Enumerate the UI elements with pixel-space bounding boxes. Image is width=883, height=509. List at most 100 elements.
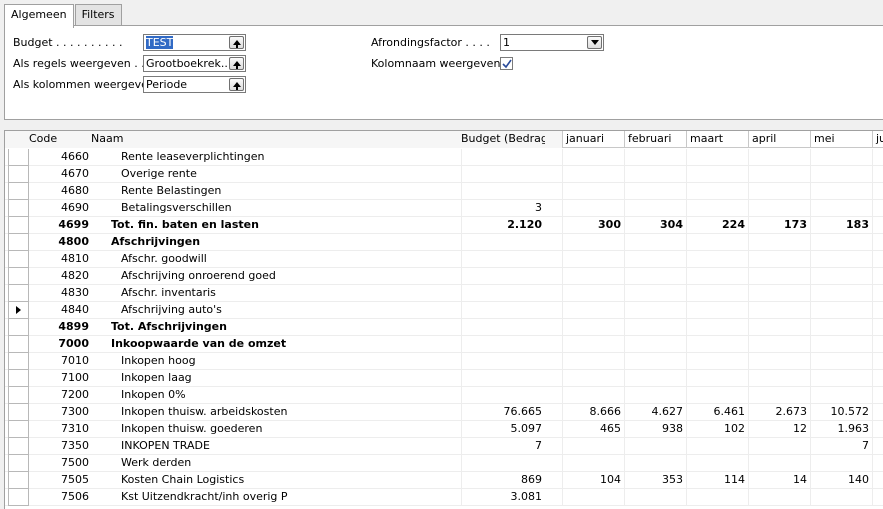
table-row[interactable]: 7350 INKOPEN TRADE 7 7 xyxy=(5,438,883,455)
cell-name[interactable]: Inkopen thuisw. arbeidskosten xyxy=(101,404,461,421)
cell-period-april[interactable]: 12 xyxy=(748,421,810,438)
cell-period-februari[interactable]: 4.627 xyxy=(624,404,686,421)
cell-code[interactable]: 7505 xyxy=(29,472,89,489)
cell-code[interactable]: 7300 xyxy=(29,404,89,421)
afronding-select[interactable]: 1 xyxy=(500,34,604,51)
cell-budget[interactable] xyxy=(461,319,545,336)
cell-period-maart[interactable] xyxy=(686,234,748,251)
cell-period-mei[interactable] xyxy=(810,166,872,183)
table-row[interactable]: 7500 Werk derden xyxy=(5,455,883,472)
cell-name[interactable]: Inkoopwaarde van de omzet xyxy=(101,336,461,353)
cell-period-ju[interactable] xyxy=(872,268,883,285)
cell-code[interactable]: 4699 xyxy=(29,217,89,234)
cell-period-april[interactable] xyxy=(748,370,810,387)
cell-budget[interactable] xyxy=(461,370,545,387)
cell-period-januari[interactable] xyxy=(562,489,624,506)
cell-name[interactable]: Tot. fin. baten en lasten xyxy=(101,217,461,234)
col-header-april[interactable]: april xyxy=(748,131,810,148)
cell-name[interactable]: Kosten Chain Logistics xyxy=(101,472,461,489)
table-row[interactable]: 4699 Tot. fin. baten en lasten 2.120 300 304… xyxy=(5,217,883,234)
cell-period-mei[interactable]: 1.963 xyxy=(810,421,872,438)
cell-period-mei[interactable] xyxy=(810,234,872,251)
cell-code[interactable]: 4840 xyxy=(29,302,89,319)
cell-name[interactable]: Betalingsverschillen xyxy=(101,200,461,217)
cell-period-maart[interactable] xyxy=(686,183,748,200)
cell-code[interactable]: 4680 xyxy=(29,183,89,200)
cell-period-maart[interactable]: 102 xyxy=(686,421,748,438)
cell-period-april[interactable] xyxy=(748,251,810,268)
cell-period-januari[interactable]: 465 xyxy=(562,421,624,438)
cell-period-ju[interactable] xyxy=(872,149,883,166)
cell-budget[interactable]: 3 xyxy=(461,200,545,217)
cell-budget[interactable] xyxy=(461,234,545,251)
cell-period-ju[interactable] xyxy=(872,336,883,353)
table-row[interactable]: 7010 Inkopen hoog xyxy=(5,353,883,370)
cell-period-mei[interactable] xyxy=(810,387,872,404)
cell-period-maart[interactable] xyxy=(686,302,748,319)
table-row[interactable]: 4800 Afschrijvingen xyxy=(5,234,883,251)
cell-code[interactable]: 7100 xyxy=(29,370,89,387)
cell-period-mei[interactable] xyxy=(810,251,872,268)
cell-code[interactable]: 7200 xyxy=(29,387,89,404)
cell-period-ju[interactable] xyxy=(872,472,883,489)
cell-period-ju[interactable] xyxy=(872,438,883,455)
cell-period-maart[interactable] xyxy=(686,489,748,506)
cell-budget[interactable]: 7 xyxy=(461,438,545,455)
cell-period-januari[interactable]: 8.666 xyxy=(562,404,624,421)
cell-budget[interactable]: 76.665 xyxy=(461,404,545,421)
cell-budget[interactable] xyxy=(461,149,545,166)
col-header-maart[interactable]: maart xyxy=(686,131,748,148)
cell-period-februari[interactable] xyxy=(624,234,686,251)
cell-code[interactable]: 4800 xyxy=(29,234,89,251)
cell-period-april[interactable] xyxy=(748,438,810,455)
cell-period-maart[interactable] xyxy=(686,319,748,336)
cell-code[interactable]: 7310 xyxy=(29,421,89,438)
afronding-dropdown-button[interactable] xyxy=(587,36,602,49)
regels-input[interactable]: Grootboekrek... xyxy=(143,55,246,72)
row-selector[interactable] xyxy=(8,387,29,404)
cell-code[interactable]: 4899 xyxy=(29,319,89,336)
row-selector[interactable] xyxy=(8,455,29,472)
cell-period-mei[interactable] xyxy=(810,370,872,387)
cell-period-januari[interactable] xyxy=(562,387,624,404)
cell-period-februari[interactable] xyxy=(624,336,686,353)
row-selector[interactable] xyxy=(8,234,29,251)
table-row[interactable]: 7200 Inkopen 0% xyxy=(5,387,883,404)
table-row[interactable]: 4680 Rente Belastingen xyxy=(5,183,883,200)
cell-code[interactable]: 7000 xyxy=(29,336,89,353)
cell-period-maart[interactable] xyxy=(686,166,748,183)
table-row[interactable]: 7000 Inkoopwaarde van de omzet xyxy=(5,336,883,353)
row-selector[interactable] xyxy=(8,353,29,370)
cell-budget[interactable]: 2.120 xyxy=(461,217,545,234)
cell-period-ju[interactable] xyxy=(872,455,883,472)
row-selector[interactable] xyxy=(8,200,29,217)
cell-period-mei[interactable] xyxy=(810,200,872,217)
cell-period-mei[interactable] xyxy=(810,455,872,472)
row-selector[interactable] xyxy=(8,489,29,506)
cell-period-februari[interactable] xyxy=(624,200,686,217)
cell-name[interactable]: Afschr. goodwill xyxy=(101,251,461,268)
table-row[interactable]: 4830 Afschr. inventaris xyxy=(5,285,883,302)
cell-period-ju[interactable] xyxy=(872,200,883,217)
cell-budget[interactable]: 869 xyxy=(461,472,545,489)
cell-period-april[interactable] xyxy=(748,489,810,506)
cell-period-maart[interactable] xyxy=(686,200,748,217)
cell-period-januari[interactable] xyxy=(562,353,624,370)
cell-period-mei[interactable]: 7 xyxy=(810,438,872,455)
cell-period-maart[interactable] xyxy=(686,370,748,387)
cell-name[interactable]: Werk derden xyxy=(101,455,461,472)
cell-period-mei[interactable] xyxy=(810,319,872,336)
cell-period-januari[interactable] xyxy=(562,234,624,251)
cell-period-februari[interactable]: 304 xyxy=(624,217,686,234)
cell-budget[interactable] xyxy=(461,387,545,404)
row-selector[interactable] xyxy=(8,404,29,421)
cell-period-ju[interactable] xyxy=(872,302,883,319)
cell-period-maart[interactable] xyxy=(686,387,748,404)
cell-period-mei[interactable] xyxy=(810,285,872,302)
cell-period-maart[interactable] xyxy=(686,336,748,353)
cell-period-mei[interactable] xyxy=(810,489,872,506)
cell-period-mei[interactable]: 10.572 xyxy=(810,404,872,421)
col-header-januari[interactable]: januari xyxy=(562,131,624,148)
cell-period-maart[interactable] xyxy=(686,353,748,370)
cell-period-februari[interactable] xyxy=(624,251,686,268)
